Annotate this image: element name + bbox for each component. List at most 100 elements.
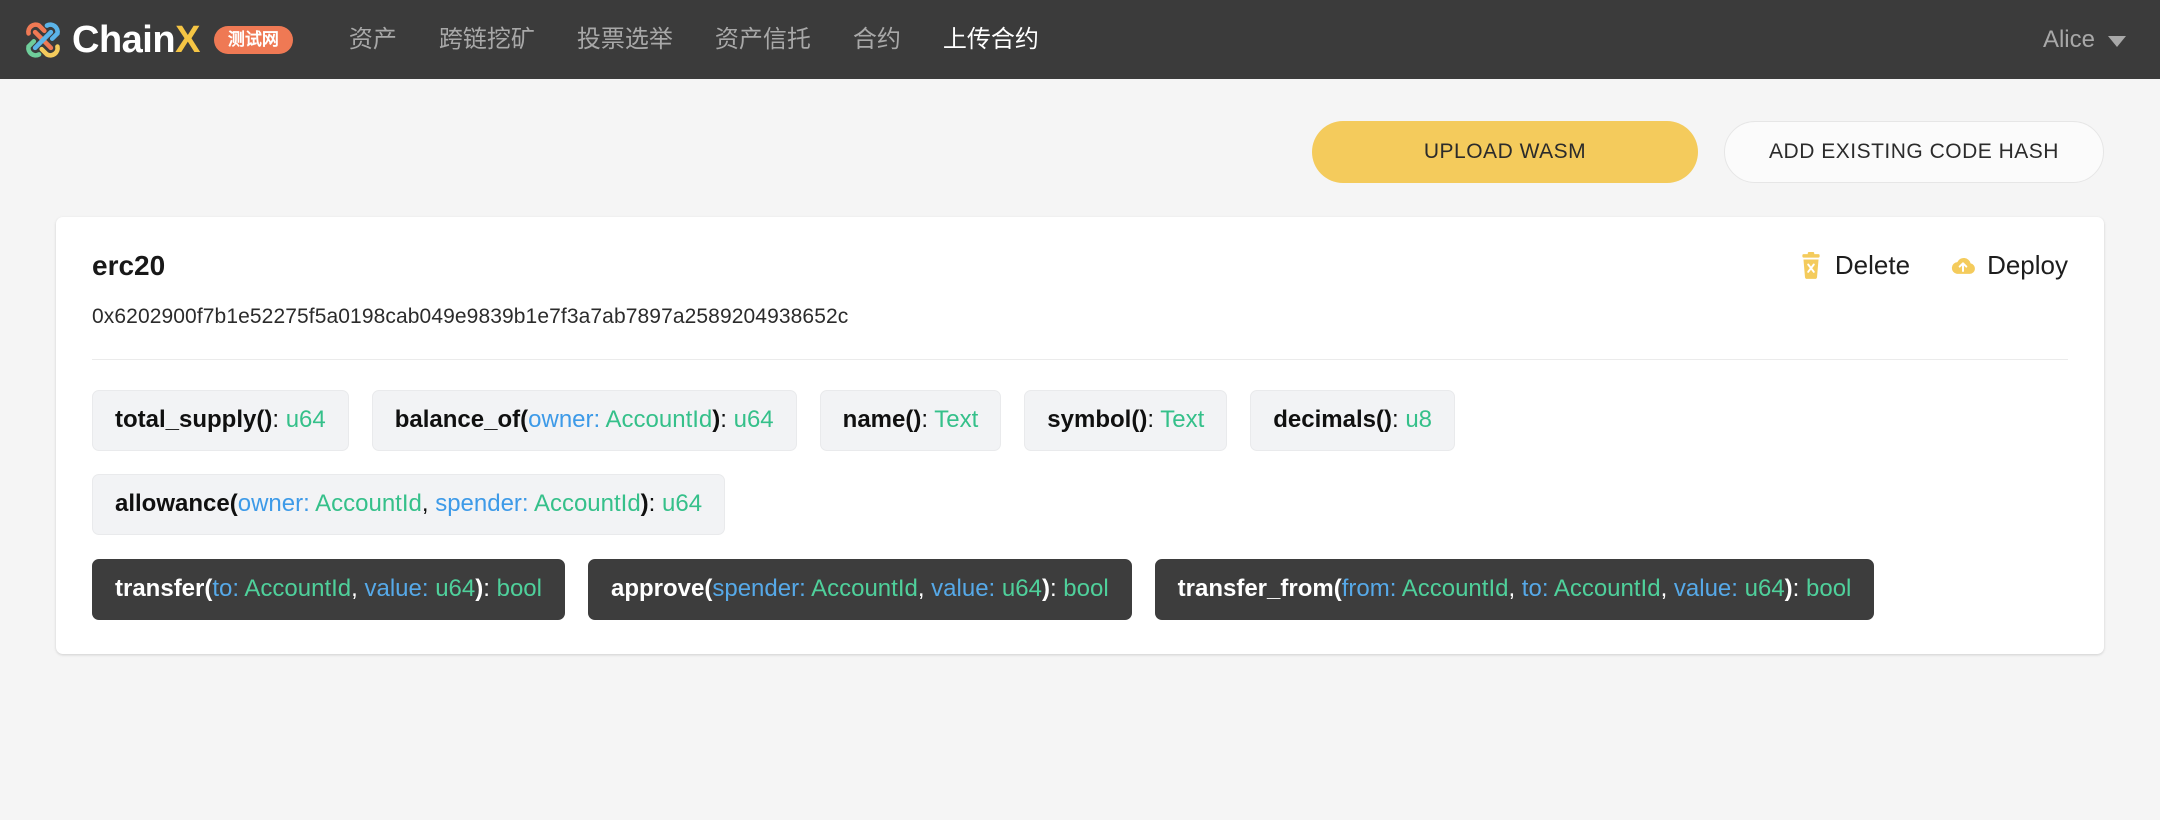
method-name: total_supply bbox=[115, 405, 257, 433]
brand-name-main: Chain bbox=[72, 18, 176, 61]
contract-methods: total_supply(): u64 balance_of(owner: Acc… bbox=[92, 360, 2068, 620]
method-name: decimals bbox=[1273, 405, 1376, 433]
trash-icon bbox=[1802, 251, 1820, 279]
brand-name-accent: X bbox=[175, 18, 200, 61]
method-paren-close: ) bbox=[1041, 574, 1050, 602]
method-return-type: bool bbox=[496, 574, 542, 602]
method-returns-separator: : bbox=[1147, 405, 1161, 433]
method-chip-balance_of[interactable]: balance_of(owner: AccountId): u64 bbox=[371, 389, 797, 451]
method-returns-separator: : bbox=[483, 574, 497, 602]
top-navigation-bar: ChainX 测试网 资产 跨链挖矿 投票选举 资产信托 合约 上传合约 Ali… bbox=[0, 0, 2160, 79]
method-return-type: u64 bbox=[285, 405, 326, 433]
method-param-type: AccountId bbox=[533, 489, 641, 517]
method-chip-decimals[interactable]: decimals(): u8 bbox=[1250, 389, 1456, 451]
method-returns-separator: : bbox=[272, 405, 286, 433]
method-chip-symbol[interactable]: symbol(): Text bbox=[1024, 389, 1228, 451]
method-param-name: from: bbox=[1341, 574, 1402, 602]
method-param-type: AccountId bbox=[244, 574, 352, 602]
method-return-type: Text bbox=[1160, 405, 1205, 433]
method-paren-close: ) bbox=[640, 489, 649, 517]
contract-card-header: erc20 Delete Deploy bbox=[92, 249, 2068, 283]
method-param-name: owner: bbox=[237, 489, 316, 517]
method-return-type: u64 bbox=[662, 489, 703, 517]
upload-wasm-button[interactable]: UPLOAD WASM bbox=[1312, 121, 1698, 183]
delete-button[interactable]: Delete bbox=[1798, 250, 1910, 281]
nav-item-upload-contract[interactable]: 上传合约 bbox=[943, 27, 1039, 52]
method-param-type: u64 bbox=[435, 574, 476, 602]
brand-logo-link[interactable]: ChainX 测试网 bbox=[22, 19, 293, 61]
method-chip-name[interactable]: name(): Text bbox=[819, 389, 1002, 451]
contract-code-hash: 0x6202900f7b1e52275f5a0198cab049e9839b1e… bbox=[92, 304, 849, 328]
method-returns-separator: : bbox=[921, 405, 935, 433]
method-return-type: bool bbox=[1063, 574, 1109, 602]
method-param-name: value: bbox=[364, 574, 436, 602]
nav-item-asset-trust[interactable]: 资产信托 bbox=[715, 27, 811, 52]
method-return-type: u8 bbox=[1405, 405, 1433, 433]
method-param-type: AccountId bbox=[1401, 574, 1509, 602]
method-chip-total_supply[interactable]: total_supply(): u64 bbox=[92, 389, 349, 451]
method-chip-transfer[interactable]: transfer(to: AccountId, value: u64): boo… bbox=[92, 558, 565, 620]
method-paren-open: ( bbox=[520, 405, 529, 433]
method-param-type: AccountId bbox=[315, 489, 422, 517]
chevron-down-icon bbox=[2108, 35, 2126, 47]
method-param-type: AccountId bbox=[1553, 574, 1661, 602]
method-name: transfer_from bbox=[1177, 574, 1334, 602]
deploy-label: Deploy bbox=[1987, 250, 2068, 281]
method-returns-separator: : bbox=[1049, 574, 1064, 602]
method-returns-separator: : bbox=[1792, 574, 1807, 602]
mutable-method-list: transfer ( to: AccountId, value: u64): boo… bbox=[92, 558, 2068, 620]
method-param-type: u64 bbox=[1001, 574, 1042, 602]
nav-item-contracts[interactable]: 合约 bbox=[853, 27, 901, 52]
main-nav: 资产 跨链挖矿 投票选举 资产信托 合约 上传合约 bbox=[349, 27, 1039, 52]
contract-card-actions: Delete Deploy bbox=[1798, 250, 2068, 281]
method-returns-separator: : bbox=[1391, 405, 1406, 433]
chainx-knot-logo-icon bbox=[26, 21, 60, 58]
method-returns-separator: : bbox=[648, 489, 663, 517]
method-name: balance_of bbox=[394, 405, 521, 433]
add-existing-code-hash-button[interactable]: ADD EXISTING CODE HASH bbox=[1724, 121, 2104, 183]
action-bar: UPLOAD WASM ADD EXISTING CODE HASH bbox=[56, 79, 2104, 183]
account-name: Alice bbox=[2042, 25, 2095, 53]
method-chip-approve[interactable]: approve(spender: AccountId, value: u64):… bbox=[587, 558, 1132, 620]
brand-name: ChainX bbox=[72, 21, 200, 59]
method-param-type: u64 bbox=[1744, 574, 1785, 602]
method-param-name: to: bbox=[1521, 574, 1554, 602]
method-param-type: AccountId bbox=[605, 405, 713, 433]
method-paren-open: ( bbox=[1375, 405, 1384, 433]
method-paren-open: ( bbox=[229, 489, 238, 517]
method-name: name bbox=[842, 405, 906, 433]
method-param-type: AccountId bbox=[811, 574, 918, 602]
method-param-name: owner: bbox=[528, 405, 606, 433]
cloud-upload-icon bbox=[1951, 257, 1976, 274]
method-param-separator: , bbox=[1508, 574, 1522, 602]
contract-card: erc20 Delete Deploy 0x6202900f7b1e52275f… bbox=[56, 217, 2104, 654]
method-returns-separator: : bbox=[720, 405, 734, 433]
method-param-name: value: bbox=[931, 574, 1002, 602]
method-chip-transfer_from[interactable]: transfer_from(from: AccountId, to: Accou… bbox=[1154, 558, 1875, 620]
method-name: approve bbox=[610, 574, 705, 602]
account-menu[interactable]: Alice bbox=[2043, 26, 2126, 54]
readonly-method-list: total_supply(): u64 balance_of(owner: Acc… bbox=[92, 389, 2068, 535]
method-param-name: spender: bbox=[712, 574, 812, 602]
method-return-type: Text bbox=[934, 405, 979, 433]
method-param-name: to: bbox=[212, 574, 245, 602]
network-badge: 测试网 bbox=[213, 25, 293, 54]
method-param-name: value: bbox=[1673, 574, 1745, 602]
method-paren-close: ) bbox=[1784, 574, 1793, 602]
nav-item-assets[interactable]: 资产 bbox=[349, 27, 397, 52]
method-return-type: bool bbox=[1806, 574, 1852, 602]
method-name: transfer bbox=[115, 574, 205, 602]
method-chip-allowance[interactable]: allowance(owner: AccountId, spender: Acc… bbox=[92, 473, 726, 535]
nav-item-voting-election[interactable]: 投票选举 bbox=[577, 27, 673, 52]
method-param-separator: , bbox=[917, 574, 932, 602]
deploy-button[interactable]: Deploy bbox=[1950, 250, 2068, 281]
method-paren-close: ) bbox=[1383, 405, 1392, 433]
method-name: allowance bbox=[115, 489, 230, 517]
method-param-separator: , bbox=[1660, 574, 1674, 602]
nav-item-cross-chain-mining[interactable]: 跨链挖矿 bbox=[439, 27, 535, 52]
method-paren-open: ( bbox=[1333, 574, 1342, 602]
method-param-separator: , bbox=[351, 574, 365, 602]
main-content: UPLOAD WASM ADD EXISTING CODE HASH erc20… bbox=[0, 79, 2160, 654]
method-name: symbol bbox=[1047, 405, 1132, 433]
contract-name: erc20 bbox=[92, 250, 166, 281]
